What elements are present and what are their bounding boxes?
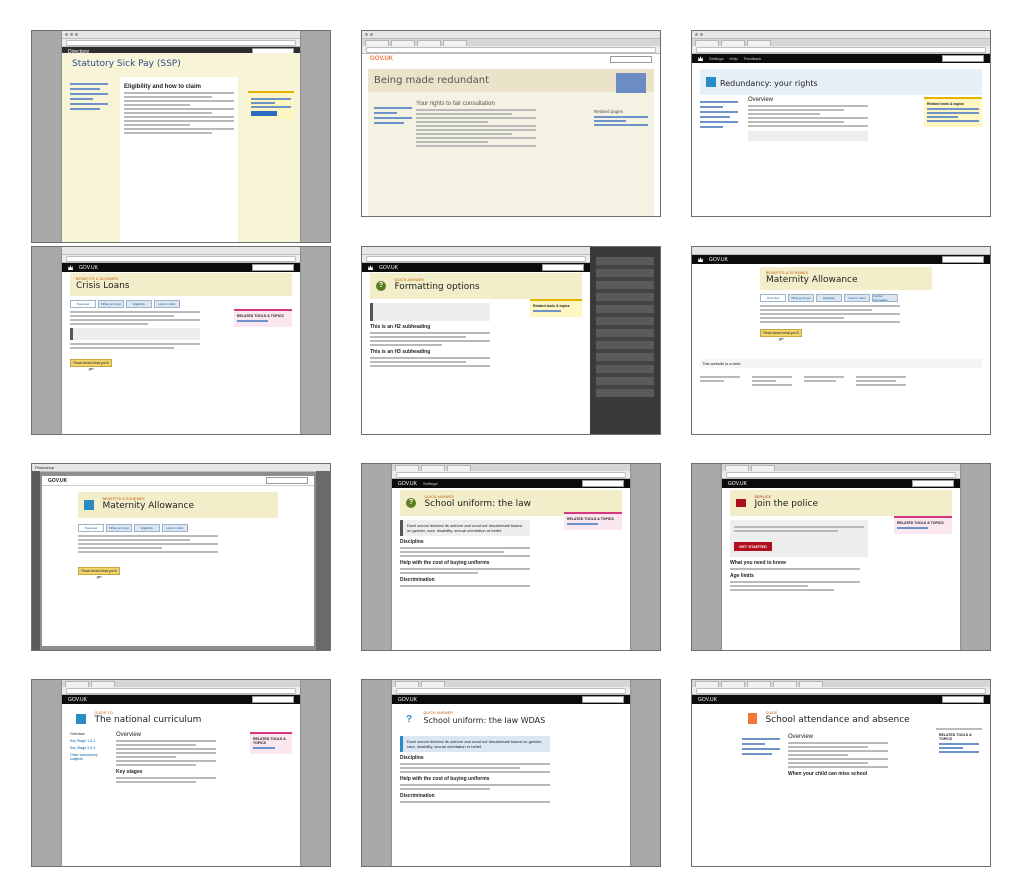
screen-join-police: GOV.UK SERVICE Join the police GET START… bbox=[722, 464, 960, 650]
left-nav bbox=[700, 99, 738, 131]
related-box: RELATED TOOLS & TOPICS bbox=[564, 512, 622, 530]
section-heading: Overview bbox=[748, 97, 774, 103]
search-input[interactable] bbox=[942, 55, 984, 62]
crown-icon bbox=[698, 56, 703, 61]
page-title: Join the police bbox=[754, 499, 819, 510]
site-header: GOV.UK bbox=[692, 255, 990, 264]
tab-row: Overview What you'll get Eligibility How… bbox=[760, 294, 982, 302]
page-title: The national curriculum bbox=[94, 715, 202, 726]
screen-photoshop-maternity: Photoshop GOV.UK BENEFITS & SCHEMES Mate… bbox=[32, 464, 330, 650]
page-title: Formatting options bbox=[394, 282, 480, 293]
question-icon: ? bbox=[406, 713, 413, 725]
screenshot-thumb-7[interactable]: Photoshop GOV.UK BENEFITS & SCHEMES Mate… bbox=[31, 463, 331, 651]
screen-redundant: GOV.UK Being made redundant Your rights … bbox=[362, 31, 660, 216]
guide-icon bbox=[76, 713, 86, 724]
page-title: Crisis Loans bbox=[76, 281, 130, 291]
photoshop-toolbar[interactable] bbox=[32, 471, 40, 650]
related-box: RELATED TOOLS & TOPICS bbox=[936, 728, 982, 758]
main-column: Eligibility and how to claim bbox=[120, 77, 238, 242]
page-title: Maternity Allowance bbox=[766, 275, 858, 285]
beta-notice: This website is a beta bbox=[700, 359, 982, 368]
related-box: Related tools & topics bbox=[924, 97, 982, 127]
screenshot-thumb-4[interactable]: GOV.UK BENEFITS & SCHEMES Crisis Loans O… bbox=[31, 246, 331, 435]
left-nav bbox=[374, 105, 412, 127]
summary-callout: Each school decides its uniform and must… bbox=[400, 736, 550, 752]
screenshot-thumb-5[interactable]: GOV.UK ? QUICK ANSWER Formatting options… bbox=[361, 246, 661, 435]
service-arrow-icon bbox=[736, 498, 746, 507]
tab-row: Overview What you'll get Eligibility How… bbox=[70, 300, 292, 308]
address-bar[interactable] bbox=[722, 471, 960, 479]
screen-maternity-allowance: GOV.UK BENEFITS & SCHEMES Maternity Allo… bbox=[692, 247, 990, 434]
screen-national-curriculum: GOV.UK GUIDE TO The national curriculum … bbox=[62, 680, 300, 866]
left-nav bbox=[70, 81, 108, 113]
question-icon: ? bbox=[376, 280, 386, 291]
address-bar[interactable] bbox=[392, 687, 630, 695]
related-box: Related tools & topics bbox=[530, 299, 582, 317]
screen-redundancy-guide: Settings Help Feedback Redundancy: your ri… bbox=[692, 31, 990, 216]
guide-icon bbox=[706, 76, 716, 87]
related-title: Related pages bbox=[594, 109, 624, 114]
page-title: Maternity Allowance bbox=[102, 501, 194, 512]
related-box: RELATED TOOLS & TOPICS bbox=[250, 732, 292, 754]
left-nav: Overview Key Stage 1 & 2 Key Stage 3 & 4… bbox=[70, 732, 98, 761]
related-box bbox=[248, 91, 294, 119]
screenshot-thumb-2[interactable]: GOV.UK Being made redundant Your rights … bbox=[361, 30, 661, 217]
crown-icon bbox=[698, 257, 703, 262]
screenshot-thumb-12[interactable]: GOV.UK GUIDE School attendance and absen… bbox=[691, 679, 991, 867]
screen-formatting-options: GOV.UK ? QUICK ANSWER Formatting options… bbox=[362, 247, 590, 434]
page-title: School attendance and absence bbox=[765, 715, 910, 726]
related-box: RELATED TOOLS & TOPICS bbox=[894, 516, 952, 534]
screenshot-thumb-3[interactable]: Settings Help Feedback Redundancy: your ri… bbox=[691, 30, 991, 217]
left-nav bbox=[742, 736, 780, 758]
screenshot-thumb-6[interactable]: GOV.UK BENEFITS & SCHEMES Maternity Allo… bbox=[691, 246, 991, 435]
primary-button[interactable]: Read about what you'll get bbox=[760, 329, 802, 341]
desktop-panel bbox=[590, 247, 660, 434]
section-heading: Eligibility and how to claim bbox=[124, 84, 202, 90]
screen-school-attendance: GOV.UK GUIDE School attendance and absen… bbox=[692, 680, 990, 866]
section-heading: Overview bbox=[116, 732, 142, 738]
related-button[interactable] bbox=[251, 111, 277, 116]
screen-crisis-loans: GOV.UK BENEFITS & SCHEMES Crisis Loans O… bbox=[62, 247, 300, 434]
screenshot-thumb-10[interactable]: GOV.UK GUIDE TO The national curriculum … bbox=[31, 679, 331, 867]
address-bar[interactable] bbox=[692, 46, 990, 54]
gov-logo: GOV.UK bbox=[370, 56, 394, 62]
section-heading: Your rights to fair consultation bbox=[416, 101, 495, 107]
page-title: Redundancy: your rights bbox=[720, 79, 818, 88]
address-bar[interactable] bbox=[392, 471, 630, 479]
address-bar[interactable] bbox=[62, 255, 300, 263]
address-bar[interactable] bbox=[62, 39, 300, 47]
address-bar[interactable] bbox=[362, 255, 590, 263]
address-bar[interactable] bbox=[692, 687, 990, 695]
screen-school-uniform-wdas: GOV.UK ? QUICK ANSWER School uniform: th… bbox=[392, 680, 630, 866]
site-header: Settings Help Feedback bbox=[692, 54, 990, 63]
primary-button[interactable]: Read about what you'll get bbox=[70, 359, 112, 371]
address-bar[interactable] bbox=[362, 46, 660, 54]
get-started-button[interactable]: GET STARTED bbox=[734, 542, 772, 551]
search-input[interactable] bbox=[942, 256, 984, 263]
primary-button[interactable]: Read about what you'll get bbox=[78, 567, 120, 579]
benefit-icon bbox=[84, 499, 94, 510]
screen-sick-pay: Directgov Statutory Sick Pay (SSP) Eligi… bbox=[62, 31, 300, 242]
address-bar[interactable] bbox=[62, 687, 300, 695]
related-box: RELATED TOOLS & TOPICS bbox=[234, 309, 292, 327]
screenshot-thumb-11[interactable]: GOV.UK ? QUICK ANSWER School uniform: th… bbox=[361, 679, 661, 867]
footer bbox=[700, 374, 982, 388]
page-title: Being made redundant bbox=[374, 75, 490, 86]
section-heading: Overview bbox=[788, 734, 814, 740]
related-pages: Related pages bbox=[594, 109, 648, 128]
question-icon: ? bbox=[406, 497, 416, 508]
search-input[interactable] bbox=[610, 55, 652, 63]
page-title: School uniform: the law WDAS bbox=[423, 716, 546, 726]
summary-callout: Each school decides its uniform and must… bbox=[400, 520, 530, 536]
screen-school-uniform: GOV.UK Settings ? QUICK ANSWER School uni… bbox=[392, 464, 630, 650]
guide-icon bbox=[748, 713, 757, 725]
screenshot-thumb-8[interactable]: GOV.UK Settings ? QUICK ANSWER School uni… bbox=[361, 463, 661, 651]
screenshot-thumb-1[interactable]: Directgov Statutory Sick Pay (SSP) Eligi… bbox=[31, 30, 331, 243]
tab-row: Overview What you'll get Eligibility How… bbox=[78, 524, 314, 532]
page-title: School uniform: the law bbox=[424, 499, 531, 510]
hero-photo bbox=[616, 73, 646, 93]
screenshot-thumb-9[interactable]: GOV.UK SERVICE Join the police GET START… bbox=[691, 463, 991, 651]
page-title: Statutory Sick Pay (SSP) bbox=[72, 59, 181, 69]
photoshop-panel[interactable] bbox=[316, 471, 330, 650]
